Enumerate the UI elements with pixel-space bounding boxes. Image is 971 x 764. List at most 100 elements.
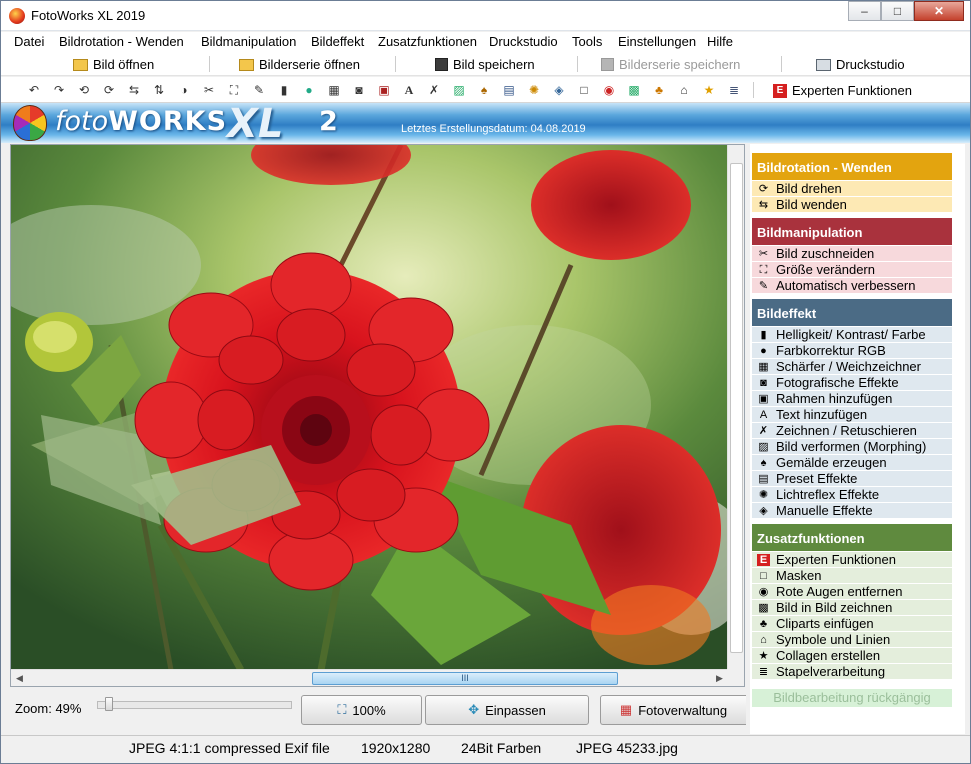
menu-bildrotation[interactable]: Bildrotation - Wenden [59, 34, 184, 49]
save-image-label: Bild speichern [453, 57, 535, 72]
batch-icon[interactable]: ≣ [726, 82, 742, 98]
sidebar-item[interactable]: E Experten Funktionen [752, 552, 952, 568]
manual-effect-icon[interactable]: ◈ [551, 82, 567, 98]
zoom-100-button[interactable]: ⛶ 100% [301, 695, 422, 725]
text-icon[interactable]: A [401, 82, 417, 98]
sidebar-item[interactable]: ◉ Rote Augen entfernen [752, 584, 952, 600]
mask-icon: □ [760, 570, 767, 582]
sidebar-item-label: Experten Funktionen [776, 552, 896, 567]
picture-in-picture-icon[interactable]: ▩ [626, 82, 642, 98]
sidebar-item[interactable]: A Text hinzufügen [752, 407, 952, 423]
morph-icon[interactable]: ▨ [451, 82, 467, 98]
sidebar-item[interactable]: ✂ Bild zuschneiden [752, 246, 952, 262]
sidebar-item[interactable]: ⛶ Größe verändern [752, 262, 952, 278]
sidebar-item[interactable]: ⟳ Bild drehen [752, 181, 952, 197]
menu-tools[interactable]: Tools [572, 34, 602, 49]
magic-wand-icon[interactable]: ✎ [251, 82, 267, 98]
sidebar-item-label: Fotografische Effekte [776, 375, 899, 390]
lensflare-icon[interactable]: ✺ [526, 82, 542, 98]
close-button[interactable]: ✕ [914, 1, 964, 21]
sidebar-item-label: Symbole und Linien [776, 632, 891, 647]
open-series-button[interactable]: Bilderserie öffnen [239, 55, 360, 74]
sidebar-item[interactable]: ★ Collagen erstellen [752, 648, 952, 664]
mask-icon[interactable]: □ [576, 82, 592, 98]
photo-manager-button[interactable]: ▦ Fotoverwaltung [600, 695, 746, 725]
frame-icon[interactable]: ▣ [376, 82, 392, 98]
print-studio-button[interactable]: Druckstudio [816, 55, 905, 74]
sidebar-item-label: Zeichnen / Retuschieren [776, 423, 917, 438]
draw-icon[interactable]: ✗ [426, 82, 442, 98]
app-banner: fotoWORKS XL 2 Letztes Erstellungsdatum:… [1, 101, 970, 147]
expert-functions-button[interactable]: E Experten Funktionen [773, 81, 912, 100]
menu-bildeffekt[interactable]: Bildeffekt [311, 34, 364, 49]
symbols-icon[interactable]: ⌂ [676, 82, 692, 98]
sidebar-item[interactable]: ✗ Zeichnen / Retuschieren [752, 423, 952, 439]
scroll-left-arrow[interactable]: ◀ [11, 670, 28, 687]
sidebar-item[interactable]: ◙ Fotografische Effekte [752, 375, 952, 391]
redeye-icon[interactable]: ◉ [601, 82, 617, 98]
sharpen-icon[interactable]: ▦ [326, 82, 342, 98]
menu-hilfe[interactable]: Hilfe [707, 34, 733, 49]
sidebar-item[interactable]: ▩ Bild in Bild zeichnen [752, 600, 952, 616]
scissors-icon[interactable]: ✂ [201, 82, 217, 98]
painting-icon[interactable]: ♠ [476, 82, 492, 98]
open-image-label: Bild öffnen [93, 57, 155, 72]
sidebar-item[interactable]: ♠ Gemälde erzeugen [752, 455, 952, 471]
sidebar-item[interactable]: ⌂ Symbole und Linien [752, 632, 952, 648]
preset-icon[interactable]: ▤ [501, 82, 517, 98]
sidebar-item[interactable]: ✎ Automatisch verbessern [752, 278, 952, 294]
star-icon[interactable]: ★ [701, 82, 717, 98]
sidebar-item-label: Lichtreflex Effekte [776, 487, 880, 502]
main-toolbar: Bild öffnen Bilderserie öffnen Bild spei… [1, 52, 970, 76]
toolbar-separator [781, 56, 782, 72]
menu-einstellungen[interactable]: Einstellungen [618, 34, 696, 49]
sidebar-item[interactable]: ▦ Schärfer / Weichzeichner [752, 359, 952, 375]
save-series-button[interactable]: Bilderserie speichern [601, 55, 740, 74]
rotate-left-icon[interactable]: ↶ [26, 82, 42, 98]
sidebar-item[interactable]: ♣ Cliparts einfügen [752, 616, 952, 632]
image-canvas[interactable]: ◀ III ▶ [10, 144, 745, 687]
sidebar-item[interactable]: ≣ Stapelverarbeitung [752, 664, 952, 680]
undo-button[interactable]: Bildbearbeitung rückgängig [752, 689, 952, 707]
mirror-icon[interactable]: ◑ [176, 82, 192, 98]
turn-right-icon[interactable]: ⟳ [101, 82, 117, 98]
floppy-disk-icon [435, 58, 448, 71]
levels-icon[interactable]: ▮ [276, 82, 292, 98]
sidebar-item-label: Bild wenden [776, 197, 847, 212]
sidebar-item[interactable]: ▨ Bild verformen (Morphing) [752, 439, 952, 455]
menu-datei[interactable]: Datei [14, 34, 44, 49]
open-image-button[interactable]: Bild öffnen [73, 55, 154, 74]
sidebar-item[interactable]: ▣ Rahmen hinzufügen [752, 391, 952, 407]
menu-druckstudio[interactable]: Druckstudio [489, 34, 558, 49]
camera-icon: ◙ [760, 377, 767, 389]
zoom-slider-thumb[interactable] [105, 697, 113, 711]
clipart-icon[interactable]: ♣ [651, 82, 667, 98]
maximize-button[interactable]: □ [881, 1, 914, 21]
zoom-label: Zoom: 49% [15, 701, 82, 716]
rotate-right-icon[interactable]: ↷ [51, 82, 67, 98]
camera-icon[interactable]: ◙ [351, 82, 367, 98]
save-image-button[interactable]: Bild speichern [435, 55, 535, 74]
minimize-button[interactable]: – [848, 1, 881, 21]
sidebar-item[interactable]: ▮ Helligkeit/ Kontrast/ Farbe [752, 327, 952, 343]
flip-vertical-icon[interactable]: ⇅ [151, 82, 167, 98]
horizontal-scroll-thumb[interactable]: III [312, 672, 618, 685]
menu-bildmanipulation[interactable]: Bildmanipulation [201, 34, 296, 49]
turn-left-icon[interactable]: ⟲ [76, 82, 92, 98]
horizontal-scrollbar[interactable]: ◀ III ▶ [11, 669, 728, 686]
sidebar-item[interactable]: ● Farbkorrektur RGB [752, 343, 952, 359]
zoom-slider-track[interactable] [97, 701, 292, 709]
rgb-icon[interactable]: ● [301, 82, 317, 98]
resize-icon[interactable]: ⛶ [226, 82, 242, 98]
menu-zusatzfunktionen[interactable]: Zusatzfunktionen [378, 34, 477, 49]
scroll-right-arrow[interactable]: ▶ [711, 670, 728, 687]
vertical-scrollbar[interactable] [727, 145, 744, 670]
sidebar-item[interactable]: ✺ Lichtreflex Effekte [752, 487, 952, 503]
sidebar-item[interactable]: □ Masken [752, 568, 952, 584]
sidebar-item[interactable]: ◈ Manuelle Effekte [752, 503, 952, 519]
sidebar-item[interactable]: ▤ Preset Effekte [752, 471, 952, 487]
vertical-scroll-thumb[interactable] [730, 163, 743, 653]
sidebar-item[interactable]: ⇆ Bild wenden [752, 197, 952, 213]
fit-button[interactable]: ✥ Einpassen [425, 695, 589, 725]
flip-horizontal-icon[interactable]: ⇆ [126, 82, 142, 98]
